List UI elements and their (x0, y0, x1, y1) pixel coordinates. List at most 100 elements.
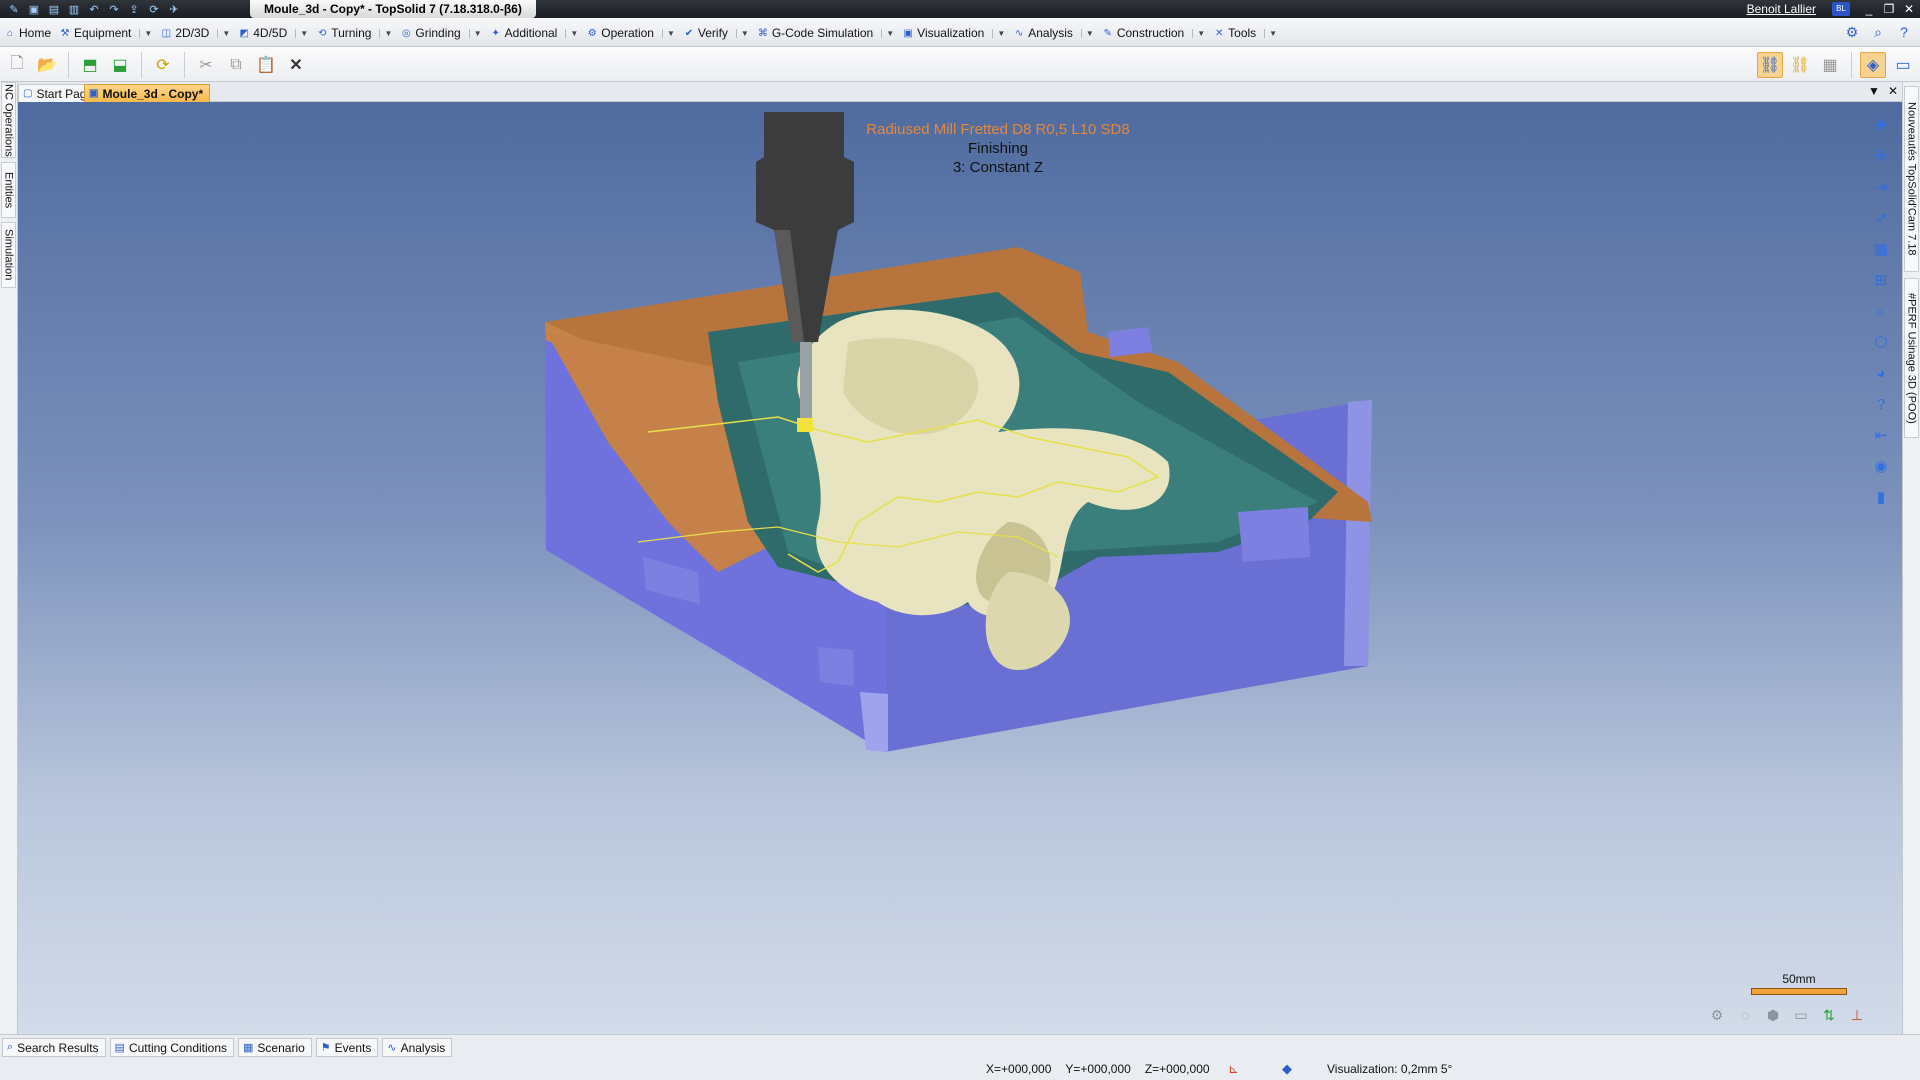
measure-icon[interactable]: ⇤ (1870, 424, 1892, 446)
toolpath-view-icon[interactable]: ⇅ (1818, 1006, 1840, 1024)
tab-nouveautes[interactable]: Nouveautés TopSolid'Cam 7.18 (1904, 86, 1919, 272)
close-icon[interactable]: ✕ (1902, 0, 1916, 18)
2d3d-icon: ◫ (161, 27, 172, 39)
orient-icon[interactable]: ↗ (1870, 207, 1892, 229)
menu-turning[interactable]: ⟲ Turning ▼ (312, 24, 396, 42)
visualization-mode-icon[interactable]: ◆ (1282, 1061, 1292, 1077)
close-tab-icon[interactable]: ✕ (1888, 84, 1898, 98)
tab-search-results[interactable]: ⌕ Search Results (2, 1038, 106, 1057)
chevron-down-icon[interactable]: ▼ (139, 28, 152, 38)
axis-icon[interactable]: ✣ (1870, 145, 1892, 167)
tab-simulation[interactable]: Simulation (1, 222, 16, 288)
section-icon[interactable]: ▮ (1870, 486, 1892, 508)
menu-label: Construction (1116, 26, 1185, 40)
menu-tools[interactable]: ✕ Tools ▼ (1209, 24, 1281, 42)
save-icon[interactable]: ▣ (26, 1, 42, 17)
chevron-down-icon[interactable]: ▼ (217, 28, 230, 38)
app-menu-icon[interactable]: ✎ (6, 1, 22, 17)
tab-perf-usinage[interactable]: #PERF Usinage 3D (POO) (1904, 278, 1919, 438)
chevron-down-icon[interactable]: ▼ (565, 28, 578, 38)
tab-events[interactable]: ⚑ Events (315, 1038, 379, 1057)
zoom-icon[interactable]: ⌕ (1870, 300, 1892, 322)
frame-icon[interactable]: ⇥ (1870, 176, 1892, 198)
render-icon[interactable]: ◕ (1870, 362, 1892, 384)
menu-verify[interactable]: ✔ Verify ▼ (679, 24, 753, 42)
filter-icon[interactable]: ▦ (1817, 52, 1843, 78)
save-all-icon[interactable]: ▤ (46, 1, 62, 17)
tab-entities[interactable]: Entities (1, 162, 16, 218)
menu-visualization[interactable]: ▣ Visualization ▼ (898, 24, 1009, 42)
link-mode-icon[interactable]: ⛓ (1757, 52, 1783, 78)
menu-construction[interactable]: ✎ Construction ▼ (1098, 24, 1209, 42)
copy-icon[interactable]: ⧉ (223, 52, 249, 78)
menu-operation[interactable]: ⚙ Operation ▼ (582, 24, 679, 42)
paste-icon[interactable]: 📋 (253, 52, 279, 78)
tab-scenario[interactable]: ▦ Scenario (238, 1038, 312, 1057)
chevron-down-icon[interactable]: ▼ (468, 28, 482, 38)
tab-cutting-conditions[interactable]: ▤ Cutting Conditions (109, 1038, 235, 1057)
menu-analysis[interactable]: ∿ Analysis ▼ (1009, 24, 1098, 42)
open-project-icon[interactable]: ⬒ (77, 52, 103, 78)
help-icon[interactable]: ? (1894, 22, 1914, 42)
tab-nc-operations[interactable]: NC Operations (1, 82, 16, 158)
coordinate-system-icon[interactable]: ⊾ (1228, 1061, 1239, 1077)
delete-icon[interactable]: ✕ (283, 52, 309, 78)
menu-home[interactable]: ⌂ Home (0, 24, 55, 42)
chevron-down-icon[interactable]: ▼ (661, 28, 675, 38)
3d-viewport[interactable]: Radiused Mill Fretted D8 R0,5 L10 SD8 Fi… (18, 102, 1902, 1034)
open-document-icon[interactable]: 📂 (34, 52, 60, 78)
chevron-down-icon[interactable]: ▼ (992, 28, 1005, 38)
view-cube-icon[interactable]: ⬡ (1870, 331, 1892, 353)
options-icon[interactable]: ⚙ (1842, 22, 1862, 42)
tab-list-icon[interactable]: ▼ (1868, 84, 1880, 98)
refresh-icon[interactable]: ⟳ (146, 1, 162, 17)
point-icon[interactable]: ✚ (1870, 114, 1892, 136)
update-icon[interactable]: ⟳ (150, 52, 176, 78)
axis-triad-icon[interactable]: ⊥ (1846, 1006, 1868, 1024)
chevron-down-icon[interactable]: ▼ (1192, 28, 1205, 38)
cut-icon[interactable]: ✂ (193, 52, 219, 78)
multi-link-icon[interactable]: ⛓ (1787, 52, 1813, 78)
redo-icon[interactable]: ↷ (106, 1, 122, 17)
tab-analysis[interactable]: ∿ Analysis (382, 1038, 453, 1057)
menu-grinding[interactable]: ◎ Grinding ▼ (396, 24, 485, 42)
viewport-bottom-tools: ⚙ ◌ ⬢ ▭ ⇅ ⊥ (1706, 1006, 1868, 1024)
chevron-down-icon[interactable]: ▼ (735, 28, 749, 38)
user-name-link[interactable]: Benoit Lallier (1747, 0, 1816, 18)
machine-icon[interactable]: ⚙ (1706, 1006, 1728, 1024)
chevron-down-icon[interactable]: ▼ (295, 28, 308, 38)
export-icon[interactable]: ⇪ (126, 1, 142, 17)
pin-icon[interactable]: ✈ (166, 1, 182, 17)
window-layout-icon[interactable]: ▦ (1870, 238, 1892, 260)
user-badge[interactable]: BL (1832, 2, 1850, 16)
stock-icon[interactable]: ◌ (1734, 1006, 1756, 1024)
tab-label: Analysis (400, 1040, 446, 1055)
selection-mode-icon[interactable]: ◈ (1860, 52, 1886, 78)
chevron-down-icon[interactable]: ▼ (379, 28, 392, 38)
menu-4d-5d[interactable]: ◩ 4D/5D ▼ (234, 24, 312, 42)
part-icon[interactable]: ⬢ (1762, 1006, 1784, 1024)
menu-2d-3d[interactable]: ◫ 2D/3D ▼ (156, 24, 234, 42)
tab-moule-3d-copy[interactable]: ▣ Moule_3d - Copy* (84, 84, 211, 102)
restore-icon[interactable]: ❐ (1882, 0, 1896, 18)
search-icon[interactable]: ⌕ (1868, 22, 1888, 42)
minimize-icon[interactable]: _ (1862, 0, 1876, 18)
new-document-icon[interactable]: 🗋 (4, 52, 30, 78)
undo-icon[interactable]: ↶ (86, 1, 102, 17)
menu-g-code-simulation[interactable]: ⌘ G-Code Simulation ▼ (753, 24, 898, 42)
query-icon[interactable]: ? (1870, 393, 1892, 415)
chevron-down-icon[interactable]: ▼ (881, 28, 894, 38)
chevron-down-icon[interactable]: ▼ (1080, 28, 1094, 38)
menu-equipment[interactable]: ⚒ Equipment ▼ (55, 24, 156, 42)
title-bar: ✎ ▣ ▤ ▥ ↶ ↷ ⇪ ⟳ ✈ Moule_3d - Copy* - Top… (0, 0, 1920, 18)
menu-additional[interactable]: ✦ Additional ▼ (486, 24, 583, 42)
print-icon[interactable]: ▥ (66, 1, 82, 17)
zoom-window-icon[interactable]: ⊞ (1870, 269, 1892, 291)
left-panel-bar: NC Operations Entities Simulation (0, 82, 18, 1037)
chevron-down-icon[interactable]: ▼ (1264, 28, 1277, 38)
construction-icon: ✎ (1103, 27, 1113, 39)
save-project-icon[interactable]: ⬓ (107, 52, 133, 78)
shade-icon[interactable]: ◉ (1870, 455, 1892, 477)
fixture-icon[interactable]: ▭ (1790, 1006, 1812, 1024)
layout-icon[interactable]: ▭ (1890, 52, 1916, 78)
